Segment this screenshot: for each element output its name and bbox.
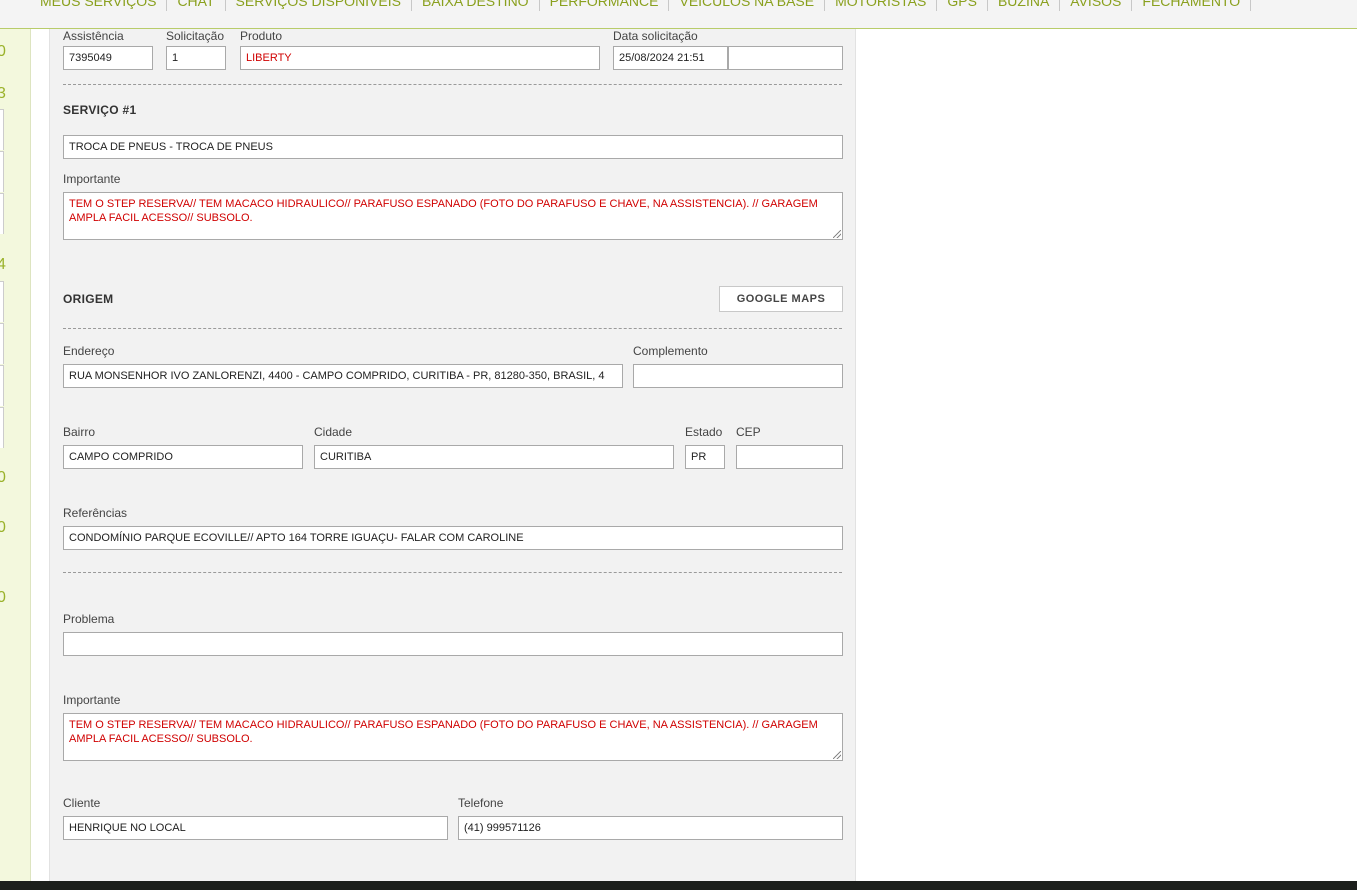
list-count: 4 bbox=[0, 256, 6, 274]
servico-tipo-field[interactable]: TROCA DE PNEUS - TROCA DE PNEUS bbox=[63, 135, 843, 159]
list-count: 0 bbox=[0, 43, 6, 61]
complemento-label: Complemento bbox=[633, 344, 708, 358]
servico-importante-textarea[interactable]: TEM O STEP RESERVA// TEM MACACO HIDRAULI… bbox=[63, 192, 843, 240]
service-detail-panel: Assistência 7395049 Solicitação 1 Produt… bbox=[49, 29, 856, 881]
list-item[interactable] bbox=[0, 151, 4, 192]
detalhes-importante-label: Importante bbox=[63, 693, 121, 707]
produto-field[interactable]: LIBERTY bbox=[240, 46, 600, 70]
list-item[interactable] bbox=[0, 193, 4, 234]
estado-field[interactable]: PR bbox=[685, 445, 725, 469]
referencias-field[interactable]: CONDOMÍNIO PARQUE ECOVILLE// APTO 164 TO… bbox=[63, 526, 843, 550]
complemento-field[interactable] bbox=[633, 364, 843, 388]
nav-chat[interactable]: Chat bbox=[167, 0, 226, 11]
nav-veiculos-na-base[interactable]: Veículos na Base bbox=[669, 0, 826, 11]
detalhes-importante-text: TEM O STEP RESERVA// TEM MACACO HIDRAULI… bbox=[69, 719, 818, 745]
cep-label: CEP bbox=[736, 425, 761, 439]
assistencia-label: Assistência bbox=[63, 29, 124, 43]
servico-importante-label: Importante bbox=[63, 172, 121, 186]
nav-performance[interactable]: Performance bbox=[540, 0, 670, 11]
divider bbox=[63, 328, 842, 329]
solicitacao-field[interactable]: 1 bbox=[166, 46, 226, 70]
detalhes-importante-textarea[interactable]: TEM O STEP RESERVA// TEM MACACO HIDRAULI… bbox=[63, 713, 843, 761]
divider bbox=[63, 572, 842, 573]
list-count: 0 bbox=[0, 469, 6, 487]
google-maps-button[interactable]: GOOGLE MAPS bbox=[719, 286, 843, 312]
problema-label: Problema bbox=[63, 612, 115, 626]
resize-grip-icon[interactable] bbox=[833, 751, 841, 759]
referencias-label: Referências bbox=[63, 506, 128, 520]
nav-gps[interactable]: GPS bbox=[937, 0, 988, 11]
nav-avisos[interactable]: Avisos bbox=[1060, 0, 1133, 11]
telefone-label: Telefone bbox=[458, 796, 504, 810]
origem-title: ORIGEM bbox=[63, 292, 114, 306]
data-solicitacao-field[interactable]: 25/08/2024 21:51 bbox=[613, 46, 728, 70]
bottom-bar bbox=[0, 881, 1357, 890]
resize-grip-icon[interactable] bbox=[833, 230, 841, 238]
cep-field[interactable] bbox=[736, 445, 843, 469]
problema-field[interactable] bbox=[63, 632, 843, 656]
bairro-field[interactable]: CAMPO COMPRIDO bbox=[63, 445, 303, 469]
nav-baixa-destino[interactable]: Baixa Destino bbox=[412, 0, 540, 11]
left-list-strip: 0 3 4 0 0 0 bbox=[0, 29, 31, 881]
assistencia-field[interactable]: 7395049 bbox=[63, 46, 153, 70]
endereco-field[interactable]: RUA MONSENHOR IVO ZANLORENZI, 4400 - CAM… bbox=[63, 364, 623, 388]
servico-importante-text: TEM O STEP RESERVA// TEM MACACO HIDRAULI… bbox=[69, 198, 818, 224]
list-item[interactable] bbox=[0, 109, 4, 150]
nav-buzina[interactable]: Buzina bbox=[988, 0, 1061, 11]
servico-title: SERVIÇO #1 bbox=[63, 103, 137, 117]
cidade-field[interactable]: CURITIBA bbox=[314, 445, 674, 469]
nav-motoristas[interactable]: Motoristas bbox=[825, 0, 938, 11]
estado-label: Estado bbox=[685, 425, 723, 439]
list-item[interactable] bbox=[0, 323, 4, 364]
list-item[interactable] bbox=[0, 365, 4, 406]
telefone-field[interactable]: (41) 999571126 bbox=[458, 816, 843, 840]
cidade-label: Cidade bbox=[314, 425, 353, 439]
nav-fechamento[interactable]: Fechamento bbox=[1132, 0, 1252, 11]
list-count: 3 bbox=[0, 85, 6, 103]
data-solicitacao-label: Data solicitação bbox=[613, 29, 698, 43]
solicitacao-label: Solicitação bbox=[166, 29, 225, 43]
list-item[interactable] bbox=[0, 281, 4, 322]
top-nav: Meus Serviços Chat Serviços Disponíveis … bbox=[0, 0, 1357, 29]
list-item[interactable] bbox=[0, 407, 4, 448]
divider bbox=[63, 84, 842, 85]
nav-servicos-disponiveis[interactable]: Serviços Disponíveis bbox=[226, 0, 412, 11]
bairro-label: Bairro bbox=[63, 425, 96, 439]
nav-meus-servicos[interactable]: Meus Serviços bbox=[30, 0, 168, 11]
cliente-field[interactable]: HENRIQUE NO LOCAL bbox=[63, 816, 448, 840]
list-count: 0 bbox=[0, 589, 6, 607]
list-count: 0 bbox=[0, 519, 6, 537]
cliente-label: Cliente bbox=[63, 796, 101, 810]
produto-label: Produto bbox=[240, 29, 283, 43]
data-extra-field[interactable] bbox=[728, 46, 843, 70]
endereco-label: Endereço bbox=[63, 344, 115, 358]
